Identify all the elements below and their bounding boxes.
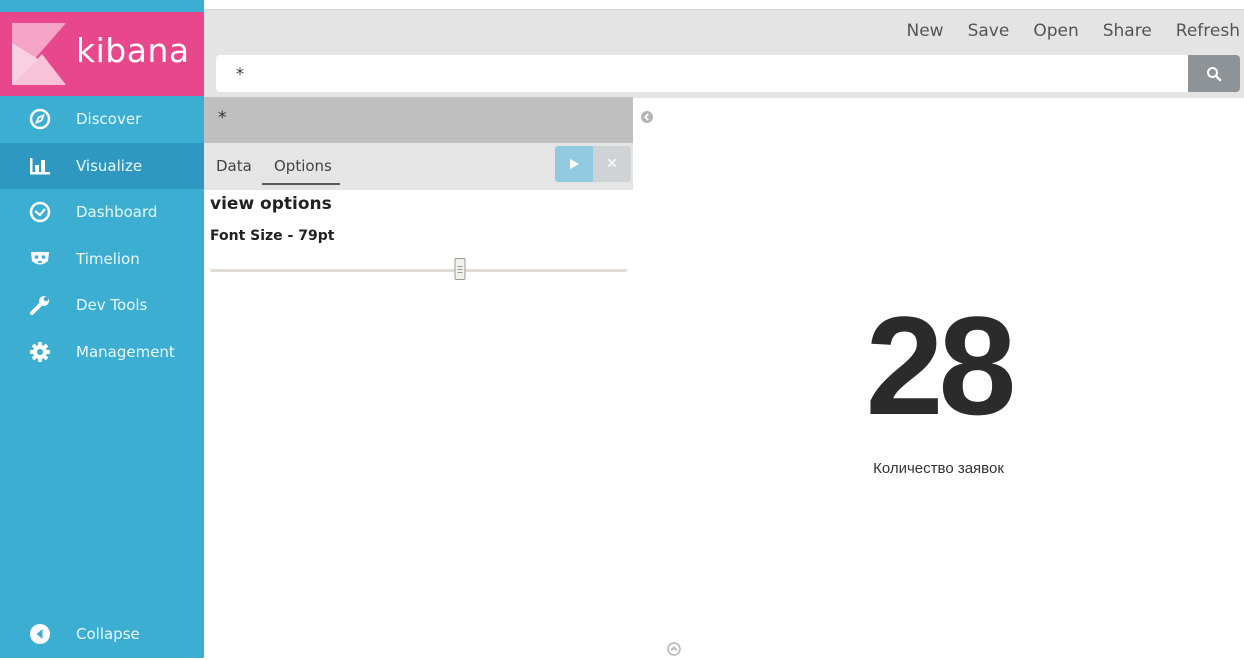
- collapse-left-icon: [28, 622, 52, 646]
- share-button[interactable]: Share: [1103, 21, 1152, 41]
- sidebar: kibana Discover Visualize Dashboard Time…: [0, 0, 204, 658]
- dashboard-gauge-icon: [28, 200, 52, 224]
- chevron-left-icon: [641, 111, 653, 123]
- sidebar-item-label: Discover: [76, 110, 142, 129]
- app-name: kibana: [76, 31, 190, 70]
- font-size-label: Font Size - 79pt: [210, 228, 335, 244]
- active-tab-indicator: [262, 183, 340, 185]
- sidebar-item-dashboard[interactable]: Dashboard: [0, 189, 204, 236]
- play-icon: [570, 159, 579, 169]
- search-input[interactable]: [216, 55, 1188, 92]
- bar-chart-icon: [28, 154, 52, 178]
- discard-changes-button[interactable]: ✕: [593, 146, 631, 182]
- editor-title-bar: *: [204, 97, 633, 143]
- kibana-logo-icon: [12, 23, 66, 85]
- collapse-editor-button[interactable]: [640, 109, 654, 128]
- sidebar-item-visualize[interactable]: Visualize: [0, 142, 204, 189]
- search-button[interactable]: [1188, 55, 1240, 92]
- wrench-icon: [28, 293, 52, 317]
- apply-changes-button[interactable]: [555, 146, 593, 182]
- new-button[interactable]: New: [907, 21, 944, 41]
- tab-data[interactable]: Data: [216, 157, 252, 175]
- search-bar: [216, 55, 1240, 92]
- sidebar-item-label: Dashboard: [76, 203, 158, 222]
- compass-icon: [28, 107, 52, 131]
- sidebar-item-label: Timelion: [76, 249, 140, 268]
- sidebar-item-dev-tools[interactable]: Dev Tools: [0, 282, 204, 329]
- options-heading: view options: [210, 194, 332, 214]
- refresh-button[interactable]: Refresh: [1176, 21, 1240, 41]
- font-size-slider[interactable]: [210, 258, 627, 280]
- sidebar-item-discover[interactable]: Discover: [0, 96, 204, 143]
- sidebar-item-timelion[interactable]: Timelion: [0, 236, 204, 283]
- slider-handle[interactable]: [454, 258, 466, 280]
- save-button[interactable]: Save: [968, 21, 1010, 41]
- metric-value: 28: [865, 287, 1017, 444]
- sidebar-collapse-button[interactable]: Collapse: [0, 611, 204, 657]
- kibana-logo[interactable]: kibana: [0, 12, 204, 96]
- top-menu: New Save Open Share Refresh: [883, 21, 1241, 41]
- sidebar-nav: Discover Visualize Dashboard Timelion De…: [0, 96, 204, 375]
- toggle-spy-panel-button[interactable]: [667, 641, 681, 660]
- close-icon: ✕: [606, 156, 618, 172]
- sidebar-item-management[interactable]: Management: [0, 329, 204, 376]
- chevron-up-icon: [667, 642, 681, 656]
- open-button[interactable]: Open: [1033, 21, 1078, 41]
- sidebar-item-label: Dev Tools: [76, 296, 148, 315]
- editor-title: *: [218, 108, 227, 128]
- gear-icon: [28, 340, 52, 364]
- metric-label: Количество заявок: [873, 460, 1004, 477]
- editor-tabs: Data Options ✕: [204, 143, 633, 190]
- timelion-mask-icon: [28, 247, 52, 271]
- tab-options[interactable]: Options: [274, 157, 332, 175]
- top-bar: New Save Open Share Refresh: [204, 9, 1244, 98]
- sidebar-item-label: Management: [76, 342, 175, 361]
- sidebar-item-label: Visualize: [76, 156, 143, 175]
- search-icon: [1207, 66, 1222, 81]
- collapse-label: Collapse: [76, 625, 140, 643]
